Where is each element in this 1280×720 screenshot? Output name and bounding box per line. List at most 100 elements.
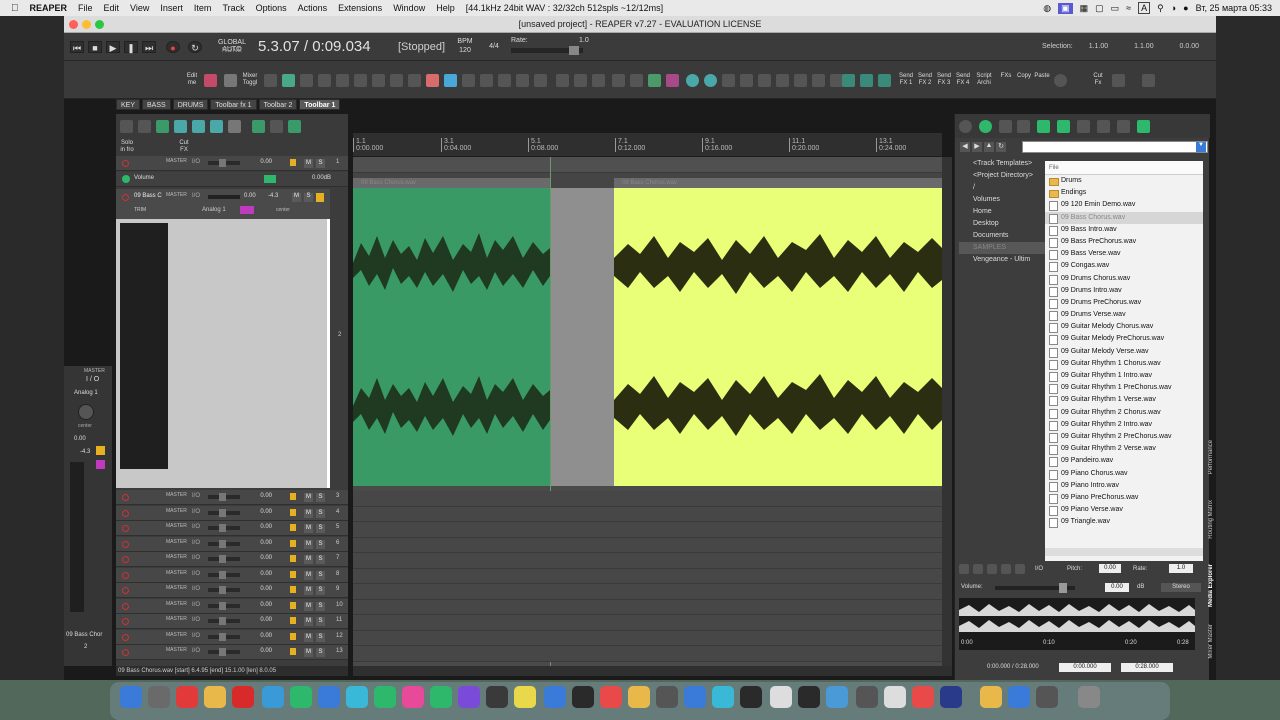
menu-extensions[interactable]: Extensions (338, 3, 382, 13)
io-button[interactable]: I/O (192, 648, 200, 654)
record-arm-icon[interactable] (122, 618, 129, 625)
mex-stop-button[interactable] (987, 564, 997, 574)
volume-value[interactable]: 0.00 (244, 524, 272, 530)
envelope-toggle-icon[interactable] (122, 175, 130, 183)
tree-item[interactable]: Documents (959, 230, 1045, 242)
send-fx-1-button[interactable]: Send FX 1 (898, 73, 914, 87)
file-item[interactable]: 09 Drums PreChorus.wav (1045, 297, 1203, 310)
cut-fx-button[interactable]: Cut Fx (1090, 73, 1106, 87)
tool-1-icon[interactable] (120, 120, 133, 133)
file-item[interactable]: 09 Triangle.wav (1045, 516, 1203, 529)
io-button[interactable]: I/O (192, 509, 200, 515)
arrow-down-icon[interactable] (534, 74, 547, 87)
horizontal-scrollbar[interactable] (353, 666, 952, 676)
file-item[interactable]: 09 Piano Verse.wav (1045, 504, 1203, 517)
mex-note-2-icon[interactable] (1057, 120, 1070, 133)
file-item[interactable]: 09 Pandeiro.wav (1045, 455, 1203, 468)
triangle-up-icon[interactable] (480, 74, 493, 87)
fx-button[interactable] (290, 555, 296, 562)
tool-2-icon[interactable] (138, 120, 151, 133)
color-icon[interactable] (426, 74, 439, 87)
send-fx-4-button[interactable]: Send FX 4 (955, 73, 971, 87)
envelope-bypass[interactable] (264, 175, 276, 183)
track-row[interactable]: MASTER I/O 0.00 M S 3 (116, 490, 348, 505)
tab-mixer-master[interactable]: Mixer Master (1208, 624, 1214, 659)
rainbow-icon[interactable] (444, 74, 457, 87)
tab-toolbar-2[interactable]: Toolbar 2 (258, 99, 298, 110)
time-end-input[interactable]: 0:28.000 (1121, 663, 1173, 672)
io-button[interactable]: I/O (192, 540, 200, 546)
tab-performance[interactable]: Performance (1208, 440, 1214, 474)
solo-button[interactable]: S (316, 159, 325, 168)
track-row[interactable]: MASTER I/O 0.00 M S 4 (116, 505, 348, 521)
dock-app-icon[interactable] (430, 686, 452, 708)
global-auto-state[interactable]: NONE (212, 47, 252, 54)
track-lane[interactable] (353, 646, 942, 662)
media-item-a[interactable]: 09 Bass Chorus.wav (353, 178, 550, 486)
node-pink-icon[interactable] (666, 74, 679, 87)
cut-fx-tool-button[interactable]: Cut FX (176, 140, 192, 154)
go-end-button[interactable]: ⏭ (142, 41, 156, 53)
file-item[interactable]: 09 Guitar Rhythm 2 Intro.wav (1045, 419, 1203, 431)
close-button[interactable] (69, 20, 78, 29)
file-list-header[interactable]: File (1045, 161, 1203, 175)
mex-image-icon[interactable] (1137, 120, 1150, 133)
dock-app-icon[interactable] (656, 686, 678, 708)
edit-me-button[interactable]: Edit me (184, 73, 200, 87)
solo-button[interactable]: S (316, 524, 325, 533)
volume-knob[interactable] (219, 524, 226, 532)
paste-button[interactable]: Paste (1034, 73, 1050, 80)
tree-item[interactable]: SAMPLES (959, 242, 1045, 254)
track-row[interactable]: MASTER I/O 0.00 M S 9 (116, 583, 348, 598)
switch-icon[interactable]: ◑ (1171, 3, 1176, 13)
mcp-fx-button[interactable] (96, 446, 105, 455)
time-display[interactable]: 5.3.07 / 0:09.034 (258, 38, 371, 55)
mute-button[interactable]: M (304, 601, 313, 611)
snap-icon[interactable] (462, 74, 475, 87)
stretch-icon[interactable] (336, 74, 349, 87)
record-arm-icon[interactable] (122, 633, 129, 641)
menu-view[interactable]: View (130, 3, 149, 13)
volume-value[interactable]: 0.00 (244, 555, 272, 561)
audio-status[interactable]: [44.1kHz 24bit WAV : 32/32ch 512spls ~12… (466, 3, 663, 13)
io-button[interactable]: I/O (192, 617, 200, 623)
search-icon[interactable]: ⚲ (1157, 3, 1164, 14)
tab-toolbar-fx-1[interactable]: Toolbar fx 1 (210, 99, 257, 110)
glue-icon[interactable] (354, 74, 367, 87)
up-down-icon[interactable] (556, 74, 569, 87)
file-item[interactable]: 09 Drums Chorus.wav (1045, 273, 1203, 285)
tree-item[interactable]: Volumes (959, 194, 1045, 206)
volume-value[interactable]: 0.00 (244, 602, 272, 608)
tree-item[interactable]: Vengeance - Ultim (959, 254, 1045, 266)
expand-icon[interactable] (776, 74, 789, 87)
record-arm-icon[interactable] (122, 556, 129, 563)
time-signature[interactable]: 4/4 (484, 43, 504, 50)
volume-knob[interactable] (219, 617, 226, 625)
forward-icon[interactable]: ▶ (972, 142, 982, 152)
volume-value[interactable]: 0.00 (244, 633, 272, 639)
track-row[interactable]: MASTER I/O 0.00 M S 10 (116, 598, 348, 614)
track-row[interactable]: MASTER I/O 0.00 M S 13 (116, 645, 348, 660)
solo-button[interactable]: S (316, 555, 325, 564)
volume-knob[interactable] (219, 539, 226, 548)
pause-button[interactable]: ❚ (124, 41, 138, 53)
tool-5-icon[interactable] (192, 120, 205, 133)
path-input[interactable] (1022, 141, 1208, 153)
file-item[interactable]: 09 Guitar Rhythm 1 Intro.wav (1045, 370, 1203, 383)
screen-record-icon[interactable]: ▣ (1058, 2, 1073, 14)
file-list-hscroll[interactable] (1045, 548, 1203, 556)
mex-note-3-icon[interactable] (1077, 120, 1090, 133)
dock-app-icon[interactable] (232, 686, 254, 708)
dock-app-icon[interactable] (712, 686, 734, 708)
folder-item[interactable]: Drums (1045, 175, 1203, 187)
node-green-icon[interactable] (648, 74, 661, 87)
io-button[interactable]: I/O (192, 493, 200, 499)
send-fx-2-button[interactable]: Send FX 2 (917, 73, 933, 87)
mute-button[interactable]: M (304, 617, 313, 626)
region-2-icon[interactable] (860, 74, 873, 87)
volume-value[interactable]: 0.00 (244, 493, 272, 499)
selection-start[interactable]: 1.1.00 (1089, 43, 1108, 50)
menu-insert[interactable]: Insert (160, 3, 183, 13)
mute-button[interactable]: M (304, 539, 313, 549)
mex-note-4-icon[interactable] (1097, 120, 1110, 133)
